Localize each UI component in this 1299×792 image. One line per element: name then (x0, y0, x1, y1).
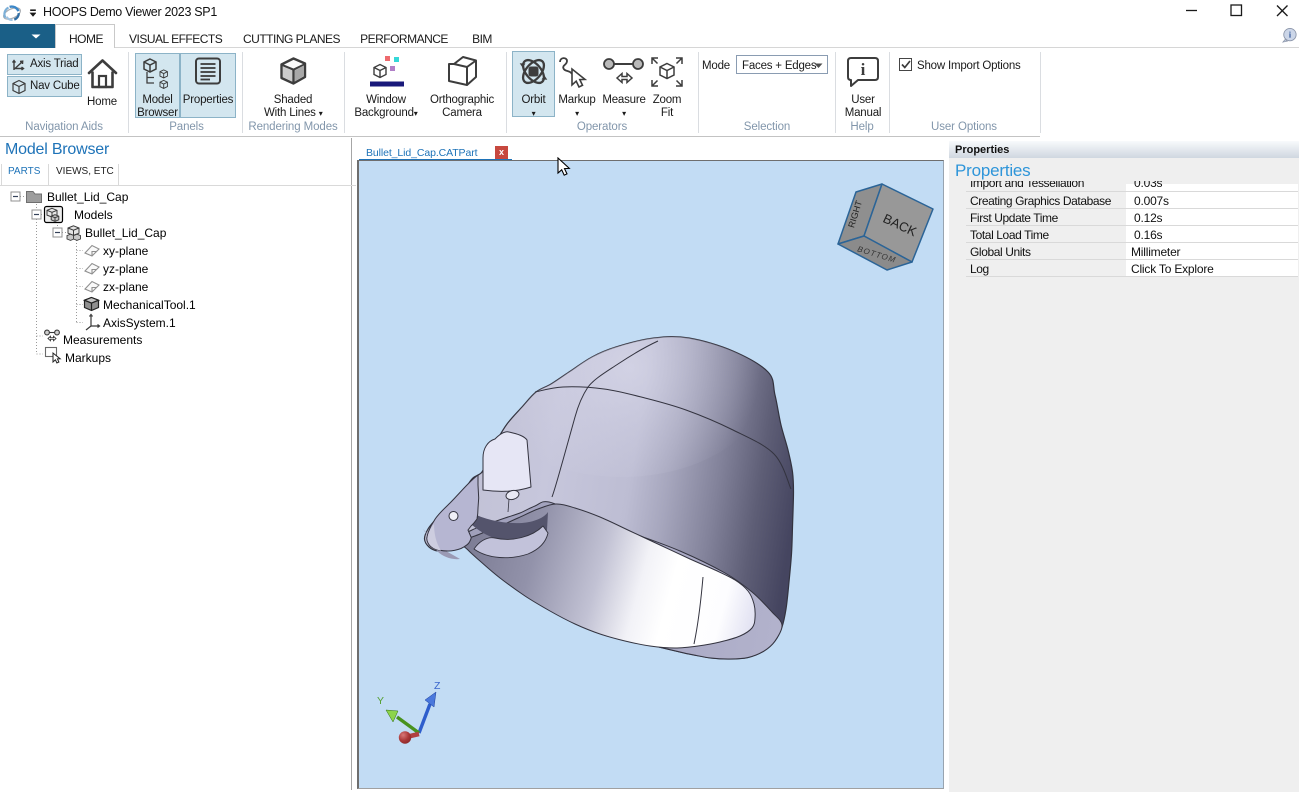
svg-text:i: i (861, 60, 866, 79)
svg-text:Y: Y (377, 695, 384, 707)
svg-text:Z: Z (434, 680, 441, 692)
